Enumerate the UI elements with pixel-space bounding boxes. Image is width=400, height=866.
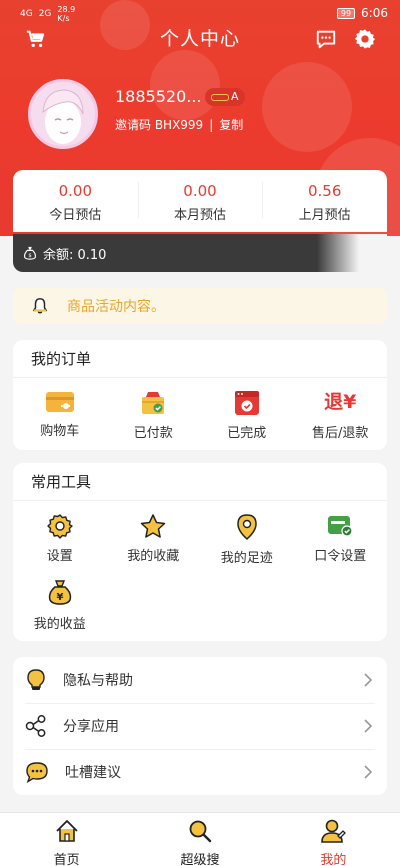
- invite-row: 邀请码 BHX999 | 复制: [115, 116, 243, 133]
- refund-icon: 退¥: [324, 391, 357, 413]
- menu-feedback[interactable]: 吐槽建议: [13, 749, 387, 795]
- chevron-right-icon: [364, 673, 373, 687]
- cart-icon[interactable]: [25, 28, 47, 50]
- tools-card: 常用工具 设置 我的收藏 我的足迹 口令设置 ¥ 我的收益: [13, 463, 387, 641]
- settings-list: 隐私与帮助 分享应用 吐槽建议: [13, 657, 387, 795]
- tab-mine[interactable]: 我的: [267, 813, 400, 866]
- money-bag-glyph: ¥: [56, 592, 63, 603]
- bottom-tab-bar: 首页 超级搜 我的: [0, 812, 400, 866]
- level-badge: A: [205, 88, 245, 106]
- orders-title: 我的订单: [13, 340, 387, 378]
- gear-icon: [47, 514, 73, 539]
- tab-home[interactable]: 首页: [0, 813, 133, 866]
- copy-button[interactable]: 复制: [219, 118, 243, 132]
- stat-value: 0.00: [58, 182, 93, 200]
- decor-bubble: [150, 50, 220, 120]
- money-bag-icon: $: [24, 246, 36, 260]
- svg-text:$: $: [28, 253, 31, 259]
- torn-edge: [317, 234, 387, 272]
- user-icon: [321, 819, 347, 843]
- home-icon: [56, 820, 78, 842]
- search-icon: [189, 820, 212, 843]
- chevron-right-icon: [364, 719, 373, 733]
- order-cart[interactable]: 购物车: [13, 378, 107, 444]
- gear-icon[interactable]: [354, 28, 376, 50]
- tool-footprints-label: 我的足迹: [220, 551, 273, 566]
- page-title: 个人中心: [159, 28, 240, 50]
- tab-super-search-label: 超级搜: [180, 853, 220, 866]
- invite-separator: |: [209, 118, 214, 132]
- menu-feedback-label: 吐槽建议: [65, 765, 121, 781]
- share-icon: [25, 715, 46, 737]
- signal-2: 2G: [38, 9, 52, 19]
- invite-code: 邀请码 BHX999: [115, 118, 204, 132]
- lightbulb-icon: [27, 669, 45, 690]
- chevron-right-icon: [364, 765, 373, 779]
- avatar-face-icon: [42, 89, 84, 144]
- message-icon[interactable]: [315, 28, 337, 50]
- menu-privacy-help[interactable]: 隐私与帮助: [13, 657, 387, 703]
- order-paid[interactable]: 已付款: [107, 378, 201, 444]
- money-bag-icon: ¥: [48, 580, 71, 605]
- username: 1885520...: [115, 87, 202, 106]
- menu-share-app-label: 分享应用: [63, 719, 119, 735]
- notice-text: 商品活动内容。: [67, 299, 165, 315]
- bell-icon: [32, 298, 48, 314]
- stat-label: 本月预估: [174, 208, 227, 223]
- tool-earnings[interactable]: ¥ 我的收益: [13, 567, 107, 633]
- order-refund-label: 售后/退款: [312, 426, 369, 441]
- stat-last-month[interactable]: 0.56 上月预估: [262, 170, 387, 232]
- battery-indicator: 99: [336, 7, 356, 19]
- tools-title: 常用工具: [13, 463, 387, 501]
- stat-month[interactable]: 0.00 本月预估: [137, 170, 263, 232]
- chat-bubble-icon: [26, 762, 48, 783]
- tool-command-label: 口令设置: [314, 549, 367, 564]
- menu-share-app[interactable]: 分享应用: [13, 703, 387, 749]
- status-bar: 4G 2G 28.9 K/s 99 6:06: [0, 0, 400, 26]
- tool-earnings-label: 我的收益: [33, 617, 86, 632]
- completed-icon: [234, 391, 259, 415]
- tab-home-label: 首页: [53, 853, 80, 866]
- stat-today[interactable]: 0.00 今日预估: [13, 170, 138, 232]
- order-completed-label: 已完成: [227, 426, 267, 441]
- tool-footprints[interactable]: 我的足迹: [200, 501, 294, 567]
- level-text: A: [231, 90, 239, 103]
- avatar[interactable]: [28, 79, 98, 149]
- key-icon: [211, 93, 229, 101]
- wallet-icon: [45, 392, 74, 412]
- stat-value: 0.56: [307, 182, 342, 200]
- order-refund[interactable]: 退¥ 售后/退款: [294, 378, 388, 444]
- balance-text: 余额: 0.10: [43, 247, 107, 263]
- net-speed: 28.9 K/s: [57, 5, 76, 23]
- tool-favorites[interactable]: 我的收藏: [107, 501, 201, 567]
- star-icon: [141, 514, 166, 538]
- paid-box-icon: [142, 392, 165, 414]
- tab-super-search[interactable]: 超级搜: [133, 813, 266, 866]
- order-cart-label: 购物车: [40, 424, 80, 439]
- tab-mine-label: 我的: [320, 853, 347, 866]
- stat-value: 0.00: [183, 182, 217, 200]
- clock: 6:06: [361, 6, 388, 20]
- tool-command[interactable]: 口令设置: [294, 501, 388, 567]
- menu-privacy-help-label: 隐私与帮助: [63, 673, 133, 689]
- tool-settings-label: 设置: [46, 549, 73, 564]
- stat-label: 上月预估: [298, 208, 351, 223]
- stat-label: 今日预估: [49, 208, 102, 223]
- orders-card: 我的订单 购物车 已付款 已完成 退¥ 售后/退款: [13, 340, 387, 450]
- location-pin-icon: [236, 514, 257, 541]
- balance-bar[interactable]: $ 余额: 0.10: [13, 234, 387, 272]
- earnings-stats: 0.00 今日预估 0.00 本月预估 0.56 上月预估: [13, 170, 387, 232]
- tool-favorites-label: 我的收藏: [127, 549, 180, 564]
- notice-bar[interactable]: 商品活动内容。: [13, 288, 387, 324]
- order-completed[interactable]: 已完成: [200, 378, 294, 444]
- command-card-icon: [328, 516, 353, 537]
- tool-settings[interactable]: 设置: [13, 501, 107, 567]
- signal-1: 4G: [20, 9, 33, 19]
- decor-bubble: [262, 62, 352, 152]
- order-paid-label: 已付款: [133, 426, 173, 441]
- top-bar: 个人中心: [0, 24, 400, 54]
